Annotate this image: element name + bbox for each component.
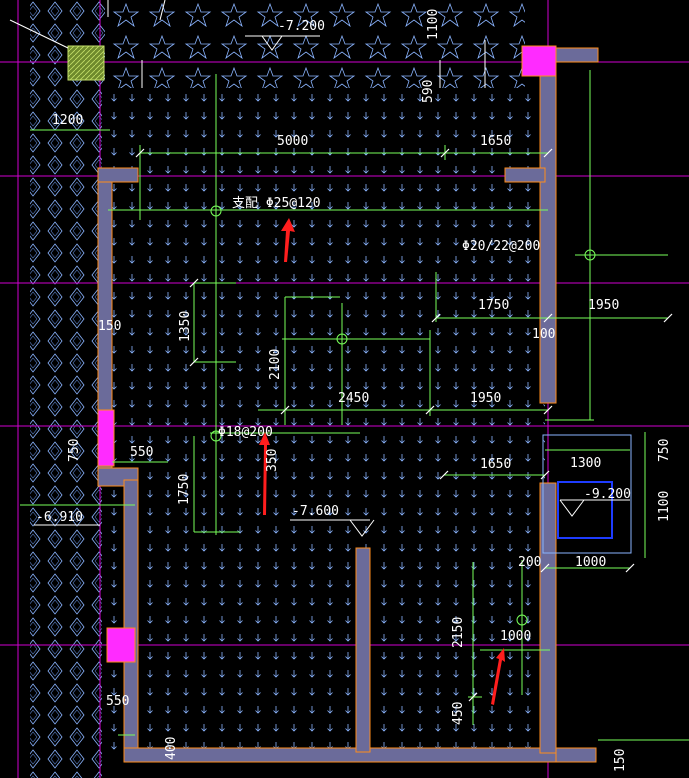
- dim-1300: 1300: [570, 456, 601, 471]
- dim-750-right: 750: [657, 439, 672, 462]
- dim-1350: 1350: [178, 311, 193, 342]
- dim-5000: 5000: [277, 134, 308, 149]
- dim-450: 450: [451, 702, 466, 725]
- dim-1000-pit: 1000: [575, 555, 606, 570]
- dim-350: 350: [265, 449, 280, 472]
- dim-1100-top: 1100: [426, 9, 441, 40]
- main-slab: [105, 88, 545, 754]
- dim-1200: 1200: [52, 113, 83, 128]
- dim-200: 200: [518, 555, 541, 570]
- dim-1650-top: 1650: [480, 134, 511, 149]
- rebar-secondary-label: Φ20/22@200: [462, 239, 540, 254]
- dim-1950-mid: 1950: [470, 391, 501, 406]
- dim-1950-top: 1950: [588, 298, 619, 313]
- dim-590: 590: [421, 80, 436, 103]
- top-hatched-zone: [105, 0, 525, 88]
- dim-550-bottom: 550: [106, 694, 129, 709]
- dim-1750-left: 1750: [177, 474, 192, 505]
- elevation-pit: -9.200: [584, 487, 631, 502]
- column-top-right: [521, 45, 557, 77]
- column-left-mid: [97, 409, 115, 467]
- column-top-left: [67, 45, 105, 81]
- dim-550-left: 550: [130, 445, 153, 460]
- dim-750-left: 750: [67, 439, 82, 462]
- dim-1000-low: 1000: [500, 629, 531, 644]
- rebar-local-label: Φ18@200: [218, 425, 273, 440]
- dim-400: 400: [164, 737, 179, 760]
- dim-2150: 2150: [451, 617, 466, 648]
- elevation-mid: -7.600: [292, 504, 339, 519]
- dim-100: 100: [532, 327, 555, 342]
- elevation-top: -7.200: [278, 19, 325, 34]
- column-left-low: [106, 627, 136, 663]
- dim-2100: 2100: [268, 349, 283, 380]
- top-right-hatched-zone: [485, 0, 525, 88]
- dim-150-bottom: 150: [613, 749, 628, 772]
- dim-1100-right: 1100: [657, 491, 672, 522]
- structural-plan-drawing: -7.200 -7.600 -9.200 -6.910 支配 Φ25@120 Φ…: [0, 0, 689, 778]
- rebar-main-label: 支配 Φ25@120: [232, 196, 321, 211]
- dim-2450: 2450: [338, 391, 369, 406]
- dim-150-left: 150: [98, 319, 121, 334]
- dim-1650-mid: 1650: [480, 457, 511, 472]
- elevation-left: -6.910: [36, 510, 83, 525]
- left-soil-zone: [30, 85, 102, 778]
- dim-1750-top: 1750: [478, 298, 509, 313]
